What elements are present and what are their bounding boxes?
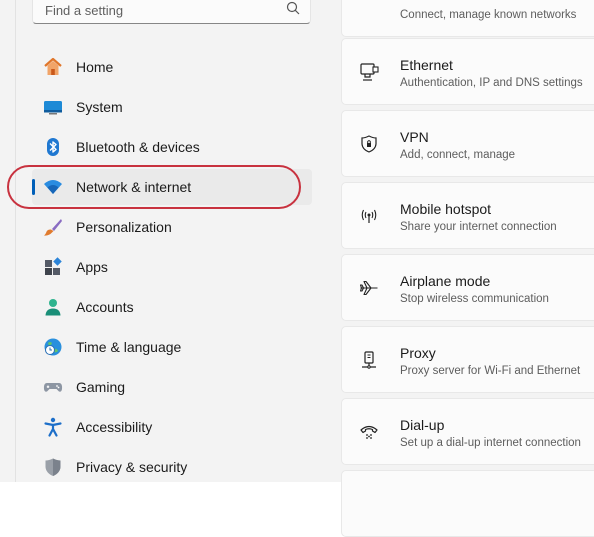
nav-item-home[interactable]: Home (32, 49, 312, 85)
time-language-icon (43, 337, 63, 357)
nav-label-accounts: Accounts (76, 299, 134, 315)
system-icon (43, 97, 63, 117)
nav-label-bluetooth: Bluetooth & devices (76, 139, 200, 155)
airplane-icon (358, 277, 380, 299)
nav-label-system: System (76, 99, 123, 115)
apps-icon (43, 257, 63, 277)
nav-item-gaming[interactable]: Gaming (32, 369, 312, 405)
card-title: Dial-up (400, 417, 445, 433)
card-title: VPN (400, 129, 429, 145)
nav-label-gaming: Gaming (76, 379, 126, 395)
card-subtitle: Proxy server for Wi-Fi and Ethernet (400, 365, 581, 377)
accessibility-icon (43, 417, 63, 437)
nav-label-accessibility: Accessibility (76, 419, 153, 435)
card-subtitle: Share your internet connection (400, 221, 557, 233)
nav-label-personalization: Personalization (76, 219, 172, 235)
search-icon (286, 1, 300, 15)
card-subtitle: Add, connect, manage (400, 149, 516, 161)
proxy-icon (358, 349, 380, 371)
nav-label-home: Home (76, 59, 114, 75)
card-mobile-hotspot[interactable]: Mobile hotspot Share your internet conne… (341, 182, 594, 249)
card-subtitle: Stop wireless communication (400, 293, 549, 305)
nav-item-personalization[interactable]: Personalization (32, 209, 312, 245)
nav-item-apps[interactable]: Apps (32, 249, 312, 285)
card-wifi[interactable]: Connect, manage known networks (341, 0, 594, 37)
annotation-highlight-ring (7, 165, 301, 209)
dialup-icon (358, 421, 380, 443)
card-vpn[interactable]: VPN Add, connect, manage (341, 110, 594, 177)
brush-icon (43, 217, 63, 237)
gamepad-icon (43, 377, 63, 397)
search-placeholder: Find a setting (45, 3, 124, 18)
navigation-pane: Find a setting Home System Bluetooth & d… (0, 0, 326, 482)
shield-icon (43, 457, 63, 477)
nav-item-time-language[interactable]: Time & language (32, 329, 312, 365)
bluetooth-icon (43, 137, 63, 157)
card-title: Proxy (400, 345, 436, 361)
nav-item-privacy-security[interactable]: Privacy & security (32, 449, 312, 485)
card-subtitle: Connect, manage known networks (400, 9, 577, 21)
card-proxy[interactable]: Proxy Proxy server for Wi-Fi and Etherne… (341, 326, 594, 393)
hotspot-icon (358, 205, 380, 227)
home-icon (43, 57, 63, 77)
card-subtitle: Set up a dial-up internet connection (400, 437, 581, 449)
nav-label-time-language: Time & language (76, 339, 182, 355)
ethernet-icon (358, 61, 380, 83)
nav-label-privacy-security: Privacy & security (76, 459, 188, 475)
vpn-icon (358, 133, 380, 155)
content-pane: Connect, manage known networks Ethernet … (326, 0, 594, 537)
card-airplane-mode[interactable]: Airplane mode Stop wireless communicatio… (341, 254, 594, 321)
nav-label-apps: Apps (76, 259, 108, 275)
card-title: Mobile hotspot (400, 201, 492, 217)
card-dial-up[interactable]: Dial-up Set up a dial-up internet connec… (341, 398, 594, 465)
card-next[interactable] (341, 470, 594, 537)
card-title: Airplane mode (400, 273, 491, 289)
accounts-icon (43, 297, 63, 317)
card-title: Ethernet (400, 57, 453, 73)
window-edge-divider (15, 0, 16, 482)
card-subtitle: Authentication, IP and DNS settings (400, 77, 583, 89)
card-ethernet[interactable]: Ethernet Authentication, IP and DNS sett… (341, 38, 594, 105)
nav-item-system[interactable]: System (32, 89, 312, 125)
search-input[interactable]: Find a setting (32, 0, 311, 24)
nav-item-bluetooth[interactable]: Bluetooth & devices (32, 129, 312, 165)
nav-item-accessibility[interactable]: Accessibility (32, 409, 312, 445)
nav-item-accounts[interactable]: Accounts (32, 289, 312, 325)
